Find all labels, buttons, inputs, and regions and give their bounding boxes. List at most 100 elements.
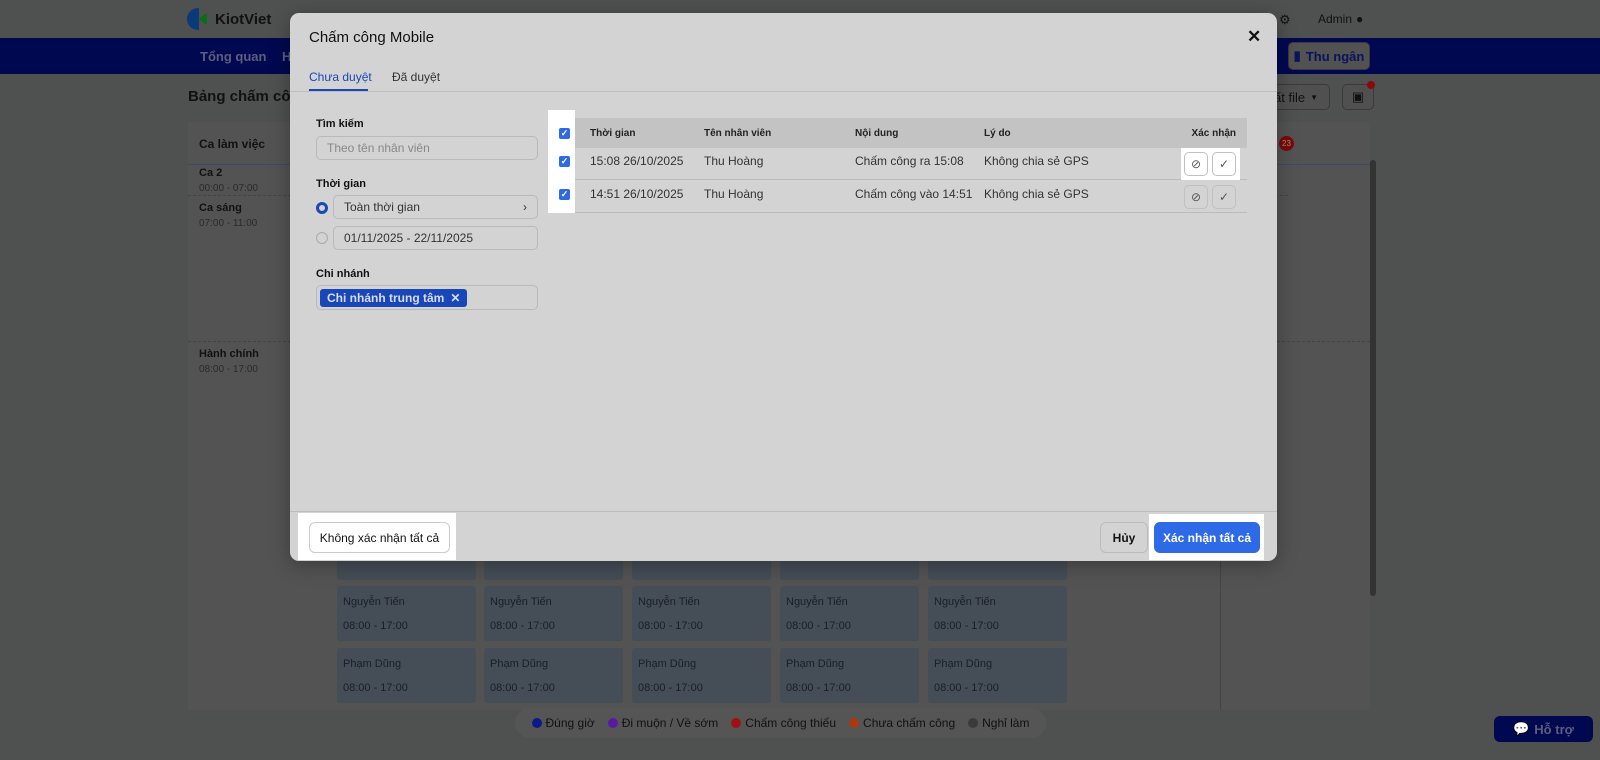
row-time: 14:51 26/10/2025 bbox=[590, 187, 684, 201]
select-all-checkbox[interactable]: ✓ bbox=[559, 128, 570, 139]
schedule-cell[interactable]: Phạm Dũng 08:00 - 17:00 bbox=[928, 648, 1067, 703]
calendar-check-icon: ▣ bbox=[1351, 89, 1365, 104]
schedule-cell[interactable]: Nguyễn Tiến 08:00 - 17:00 bbox=[928, 586, 1067, 641]
caret-down-icon: ▼ bbox=[1310, 92, 1318, 102]
approve-button[interactable]: ✓ bbox=[1212, 152, 1236, 176]
shift-row[interactable]: Ca 2 00:00 - 07:00 bbox=[199, 167, 258, 194]
schedule-cell[interactable]: Nguyễn Tiến 08:00 - 17:00 bbox=[780, 586, 919, 641]
column-header-reason: Lý do bbox=[984, 128, 1011, 139]
page-title: Bảng chấm côn bbox=[188, 88, 300, 105]
mobile-attendance-modal: Chấm công Mobile ✕ Chưa duyệt Đã duyệt T… bbox=[290, 13, 1277, 561]
all-time-select[interactable]: Toàn thời gian › bbox=[333, 195, 538, 219]
row-time: 15:08 26/10/2025 bbox=[590, 154, 684, 168]
schedule-cell[interactable]: Phạm Dũng 08:00 - 17:00 bbox=[780, 648, 919, 703]
employee-name: Phạm Dũng bbox=[343, 658, 402, 670]
time-label: Thời gian bbox=[316, 178, 366, 190]
radio-all-time[interactable] bbox=[316, 202, 328, 214]
employee-name: Nguyễn Tiến bbox=[638, 596, 700, 608]
legend-item: Đi muộn / Về sớm bbox=[607, 716, 718, 730]
nav-overview[interactable]: Tổng quan bbox=[200, 49, 266, 64]
active-tab-indicator bbox=[309, 89, 368, 91]
legend-item: Nghỉ làm bbox=[968, 716, 1029, 730]
column-header-employee: Tên nhân viên bbox=[704, 128, 772, 139]
row-reason: Không chia sẻ GPS bbox=[984, 154, 1089, 168]
schedule-cell[interactable]: Nguyễn Tiến 08:00 - 17:00 bbox=[337, 586, 476, 641]
employee-name: Nguyễn Tiến bbox=[343, 596, 405, 608]
scrollbar[interactable] bbox=[1370, 160, 1376, 596]
cashier-button[interactable]: ▮ Thu ngân bbox=[1288, 42, 1370, 70]
shift-time: 08:00 - 17:00 bbox=[490, 682, 555, 694]
cancel-button[interactable]: Hủy bbox=[1100, 522, 1148, 553]
radio-date-range[interactable] bbox=[316, 232, 328, 244]
branch-select[interactable]: Chi nhánh trung tâm ✕ bbox=[316, 285, 538, 310]
search-label: Tìm kiếm bbox=[316, 118, 364, 130]
logo[interactable]: KiotViet bbox=[187, 8, 271, 30]
shift-row[interactable]: Hành chính 08:00 - 17:00 bbox=[199, 348, 259, 375]
check-icon: ✓ bbox=[1218, 157, 1230, 171]
row-checkbox[interactable]: ✓ bbox=[559, 156, 570, 167]
check-circle-icon bbox=[531, 718, 542, 728]
approve-button[interactable]: ✓ bbox=[1212, 185, 1236, 209]
user-circle-icon: ● bbox=[1356, 12, 1364, 26]
shift-time: 08:00 - 17:00 bbox=[490, 620, 555, 632]
shift-time: 08:00 - 17:00 bbox=[786, 682, 851, 694]
ban-icon: ⊘ bbox=[1190, 190, 1202, 204]
schedule-cell[interactable]: Nguyễn Tiến 08:00 - 17:00 bbox=[632, 586, 771, 641]
column-header-time: Thời gian bbox=[590, 128, 636, 139]
schedule-cell[interactable]: Phạm Dũng 08:00 - 17:00 bbox=[484, 648, 623, 703]
schedule-cell[interactable]: Phạm Dũng 08:00 - 17:00 bbox=[337, 648, 476, 703]
reject-button[interactable]: ⊘ bbox=[1184, 185, 1208, 209]
search-input[interactable]: Theo tên nhân viên bbox=[316, 136, 538, 160]
row-content: Chấm công vào 14:51 bbox=[855, 187, 973, 201]
reject-all-button[interactable]: Không xác nhận tất cả bbox=[309, 522, 450, 553]
reject-button[interactable]: ⊘ bbox=[1184, 152, 1208, 176]
count-badge: 23 bbox=[1279, 136, 1294, 151]
row-reason: Không chia sẻ GPS bbox=[984, 187, 1089, 201]
shift-time: 08:00 - 17:00 bbox=[343, 682, 408, 694]
close-icon[interactable]: ✕ bbox=[1247, 27, 1261, 47]
branch-tag: Chi nhánh trung tâm ✕ bbox=[320, 288, 468, 307]
status-legend: Đúng giờ Đi muộn / Về sớm Chấm công thiế… bbox=[515, 708, 1046, 738]
shift-row[interactable]: Ca sáng 07:00 - 11:00 bbox=[199, 202, 257, 229]
gear-icon[interactable]: ⚙ bbox=[1279, 12, 1291, 28]
branch-label: Chi nhánh bbox=[316, 268, 370, 280]
employee-name: Nguyễn Tiến bbox=[490, 596, 552, 608]
row-employee: Thu Hoàng bbox=[704, 154, 764, 168]
employee-name: Nguyễn Tiến bbox=[934, 596, 996, 608]
shift-time: 08:00 - 17:00 bbox=[638, 620, 703, 632]
check-circle-icon bbox=[731, 718, 742, 728]
user-menu[interactable]: Admin ● bbox=[1318, 12, 1363, 26]
notification-dot bbox=[1367, 81, 1375, 89]
check-icon: ✓ bbox=[1218, 190, 1230, 204]
column-header-confirm: Xác nhận bbox=[1191, 128, 1236, 139]
shift-time: 08:00 - 17:00 bbox=[786, 620, 851, 632]
shift-time: 08:00 - 17:00 bbox=[343, 620, 408, 632]
remove-tag-icon[interactable]: ✕ bbox=[450, 291, 460, 305]
kiotviet-logo-icon bbox=[187, 8, 209, 30]
row-employee: Thu Hoàng bbox=[704, 187, 764, 201]
date-range-input[interactable]: 01/11/2025 - 22/11/2025 bbox=[333, 226, 538, 250]
chat-icon: 💬 bbox=[1513, 721, 1530, 736]
table-header bbox=[555, 118, 1247, 148]
chevron-right-icon: › bbox=[523, 200, 527, 214]
shift-time: 08:00 - 17:00 bbox=[934, 620, 999, 632]
legend-item: Chấm công thiếu bbox=[731, 716, 836, 730]
confirm-all-button[interactable]: Xác nhận tất cả bbox=[1154, 522, 1260, 553]
schedule-cell[interactable]: Phạm Dũng 08:00 - 17:00 bbox=[632, 648, 771, 703]
tab-pending[interactable]: Chưa duyệt bbox=[309, 70, 372, 84]
help-button[interactable]: 💬 Hỗ trợ bbox=[1494, 716, 1593, 742]
shift-time: 08:00 - 17:00 bbox=[934, 682, 999, 694]
employee-name: Phạm Dũng bbox=[638, 658, 697, 670]
employee-name: Phạm Dũng bbox=[786, 658, 845, 670]
shift-column-header: Ca làm việc bbox=[199, 137, 266, 151]
row-content: Chấm công ra 15:08 bbox=[855, 154, 964, 168]
employee-name: Nguyễn Tiến bbox=[786, 596, 848, 608]
tab-approved[interactable]: Đã duyệt bbox=[392, 70, 440, 84]
column-header-content: Nội dung bbox=[855, 128, 899, 139]
employee-name: Phạm Dũng bbox=[934, 658, 993, 670]
schedule-cell[interactable]: Nguyễn Tiến 08:00 - 17:00 bbox=[484, 586, 623, 641]
document-icon: ▮ bbox=[1293, 48, 1301, 63]
check-circle-icon bbox=[968, 718, 979, 728]
row-checkbox[interactable]: ✓ bbox=[559, 189, 570, 200]
modal-title: Chấm công Mobile bbox=[309, 29, 435, 46]
